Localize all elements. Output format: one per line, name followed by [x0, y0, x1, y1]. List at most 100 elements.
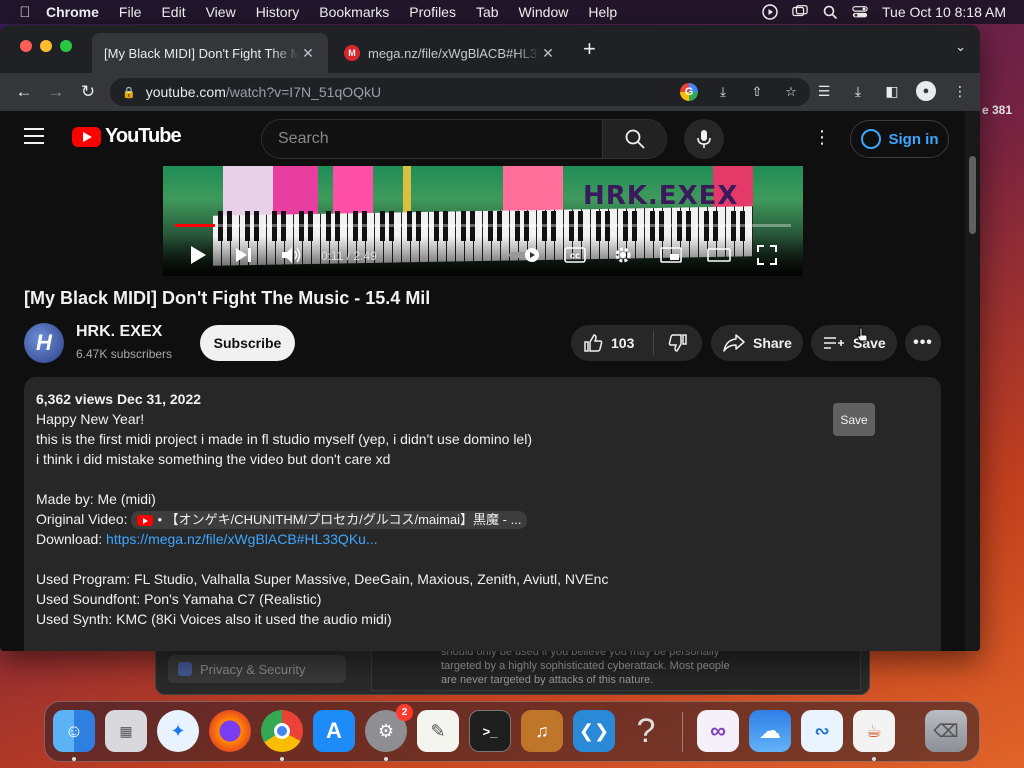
- visual-studio-icon[interactable]: ∞: [697, 710, 739, 752]
- page-scrollbar[interactable]: [965, 111, 980, 651]
- forward-button[interactable]: →: [40, 82, 72, 102]
- macos-dock: ☺ ▦ ✦ A ⚙ 2 ✎ >_ ♫ ❮❯ ? ∞ ☁ ∾ ☕ ⌫: [44, 701, 980, 762]
- tab-search-chevron-icon[interactable]: ⌄: [955, 39, 966, 55]
- screen-mirroring-icon[interactable]: [792, 4, 808, 20]
- java-icon[interactable]: ☕: [853, 710, 895, 752]
- running-indicator: [384, 757, 388, 761]
- reload-button[interactable]: ↻: [72, 82, 104, 102]
- vscode-icon[interactable]: ❮❯: [573, 710, 615, 752]
- channel-name[interactable]: HRK. EXEX: [76, 323, 162, 341]
- finder-icon[interactable]: ☺: [53, 710, 95, 752]
- app-store-icon[interactable]: A: [313, 710, 355, 752]
- search-bar: [261, 119, 667, 159]
- downloads-icon[interactable]: ⤓: [848, 81, 868, 101]
- fullscreen-window-button[interactable]: [60, 40, 72, 52]
- address-bar[interactable]: 🔒 youtube.com /watch?v=I7N_51qOQkU G ⤓ ⇧…: [110, 78, 810, 106]
- channel-avatar[interactable]: H: [24, 323, 64, 363]
- menu-view[interactable]: View: [206, 4, 236, 20]
- menu-help[interactable]: Help: [588, 4, 617, 20]
- control-center-icon[interactable]: [852, 4, 868, 20]
- hamburger-menu-icon[interactable]: [24, 128, 44, 144]
- save-to-playlist-button[interactable]: Save: [811, 325, 897, 361]
- freeform-icon[interactable]: ∾: [801, 710, 843, 752]
- media-controls-icon[interactable]: ☰: [814, 81, 834, 101]
- menubar-clock[interactable]: Tue Oct 10 8:18 AM: [882, 4, 1006, 20]
- trash-icon[interactable]: ⌫: [925, 710, 967, 752]
- volume-button[interactable]: [280, 242, 304, 268]
- launchpad-icon[interactable]: ▦: [105, 710, 147, 752]
- tab-title: mega.nz/file/xWgBlACB#HL33QKu: [368, 45, 540, 61]
- weather-icon[interactable]: ☁: [749, 710, 791, 752]
- textedit-icon[interactable]: ✎: [417, 710, 459, 752]
- menu-history[interactable]: History: [256, 4, 300, 20]
- menu-tab[interactable]: Tab: [476, 4, 499, 20]
- video-player[interactable]: HRK.EXEX 0:11 / 2:49 CC: [163, 166, 803, 276]
- voice-search-button[interactable]: [684, 119, 724, 159]
- subscribe-button[interactable]: Subscribe: [200, 325, 295, 361]
- menu-app-chrome[interactable]: Chrome: [46, 4, 99, 20]
- side-panel-icon[interactable]: ◧: [882, 81, 902, 101]
- spotlight-search-icon[interactable]: [822, 4, 838, 20]
- menu-bookmarks[interactable]: Bookmarks: [319, 4, 389, 20]
- video-progress-bar[interactable]: [175, 224, 791, 227]
- fullscreen-button[interactable]: [755, 242, 779, 268]
- tab-youtube-video[interactable]: ▶ [My Black MIDI] Don't Fight The Music …: [92, 33, 328, 135]
- next-video-button[interactable]: [233, 242, 255, 268]
- window-controls: [20, 40, 72, 52]
- help-question-icon[interactable]: ?: [625, 710, 667, 752]
- share-page-icon[interactable]: ⇧: [748, 83, 766, 101]
- miniplayer-icon: [660, 247, 682, 263]
- menu-file[interactable]: File: [119, 4, 142, 20]
- bookmark-star-icon[interactable]: ☆: [782, 83, 800, 101]
- close-tab-icon[interactable]: ✕: [540, 45, 556, 62]
- system-settings-icon[interactable]: ⚙ 2: [365, 704, 413, 752]
- new-tab-button[interactable]: +: [583, 37, 596, 61]
- video-description[interactable]: 6,362 views Dec 31, 2022 Happy New Year!…: [24, 377, 941, 651]
- scrollbar-thumb[interactable]: [969, 156, 976, 234]
- safari-icon[interactable]: ✦: [157, 710, 199, 752]
- theater-mode-button[interactable]: [706, 242, 732, 268]
- subscriber-count: 6.47K subscribers: [76, 347, 173, 361]
- download-link[interactable]: https://mega.nz/file/xWgBlACB#HL33QKu...: [106, 531, 378, 547]
- profile-avatar-icon[interactable]: ●: [916, 81, 936, 101]
- chrome-menu-icon[interactable]: ⋮: [950, 81, 970, 101]
- chrome-icon[interactable]: [261, 710, 303, 752]
- youtube-header: YouTube ⋮ Sign in: [0, 111, 965, 165]
- sign-in-button[interactable]: Sign in: [850, 120, 949, 158]
- captions-button[interactable]: CC: [563, 242, 587, 268]
- settings-more-icon[interactable]: ⋮: [812, 128, 832, 146]
- tab-mega-download[interactable]: M mega.nz/file/xWgBlACB#HL33QKu ✕: [332, 33, 568, 73]
- menu-edit[interactable]: Edit: [161, 4, 185, 20]
- original-video-chip[interactable]: • 【オンゲキ/CHUNITHM/プロセカ/グルコス/maimai】黒魔 - .…: [131, 511, 528, 530]
- minimize-window-button[interactable]: [40, 40, 52, 52]
- dislike-button[interactable]: [654, 325, 702, 361]
- search-input[interactable]: [262, 120, 602, 158]
- search-button[interactable]: [602, 120, 666, 158]
- menu-profiles[interactable]: Profiles: [409, 4, 456, 20]
- autoplay-toggle[interactable]: [508, 242, 544, 268]
- play-button[interactable]: [187, 242, 209, 268]
- apple-menu-icon[interactable]: : [8, 4, 42, 21]
- back-button[interactable]: ←: [8, 82, 40, 102]
- more-actions-button[interactable]: •••: [905, 325, 941, 361]
- menu-window[interactable]: Window: [519, 4, 569, 20]
- player-settings-button[interactable]: [611, 242, 635, 268]
- close-tab-icon[interactable]: ✕: [300, 45, 316, 62]
- install-app-icon[interactable]: ⤓: [714, 83, 732, 101]
- captions-icon: CC: [564, 247, 586, 263]
- close-window-button[interactable]: [20, 40, 32, 52]
- video-watermark: HRK.EXEX: [583, 181, 739, 211]
- firefox-icon[interactable]: [209, 710, 251, 752]
- media-play-icon[interactable]: [762, 4, 778, 20]
- youtube-logo[interactable]: YouTube: [72, 125, 182, 148]
- privacy-security-sidebar-item[interactable]: Privacy & Security: [168, 655, 346, 683]
- terminal-icon[interactable]: >_: [469, 710, 511, 752]
- garageband-icon[interactable]: ♫: [521, 710, 563, 752]
- like-button[interactable]: 103: [571, 325, 653, 361]
- share-button[interactable]: Share: [711, 325, 803, 361]
- google-lens-icon[interactable]: G: [680, 83, 698, 101]
- miniplayer-button[interactable]: [659, 242, 683, 268]
- lock-icon[interactable]: 🔒: [122, 86, 136, 99]
- original-video-line: Original Video: • 【オンゲキ/CHUNITHM/プロセカ/グル…: [36, 509, 929, 530]
